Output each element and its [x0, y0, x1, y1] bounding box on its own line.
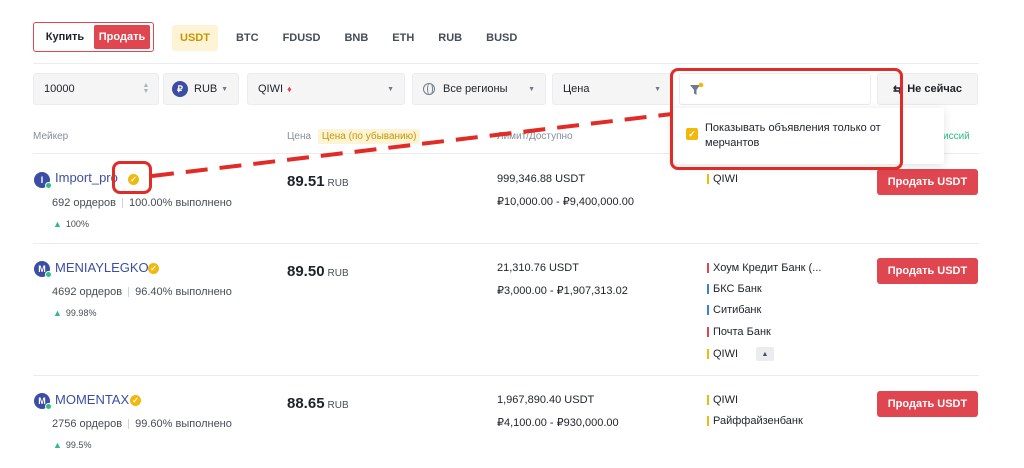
annotation-highlight-filter: [670, 68, 903, 170]
annotation-highlight-badge: [112, 161, 152, 194]
